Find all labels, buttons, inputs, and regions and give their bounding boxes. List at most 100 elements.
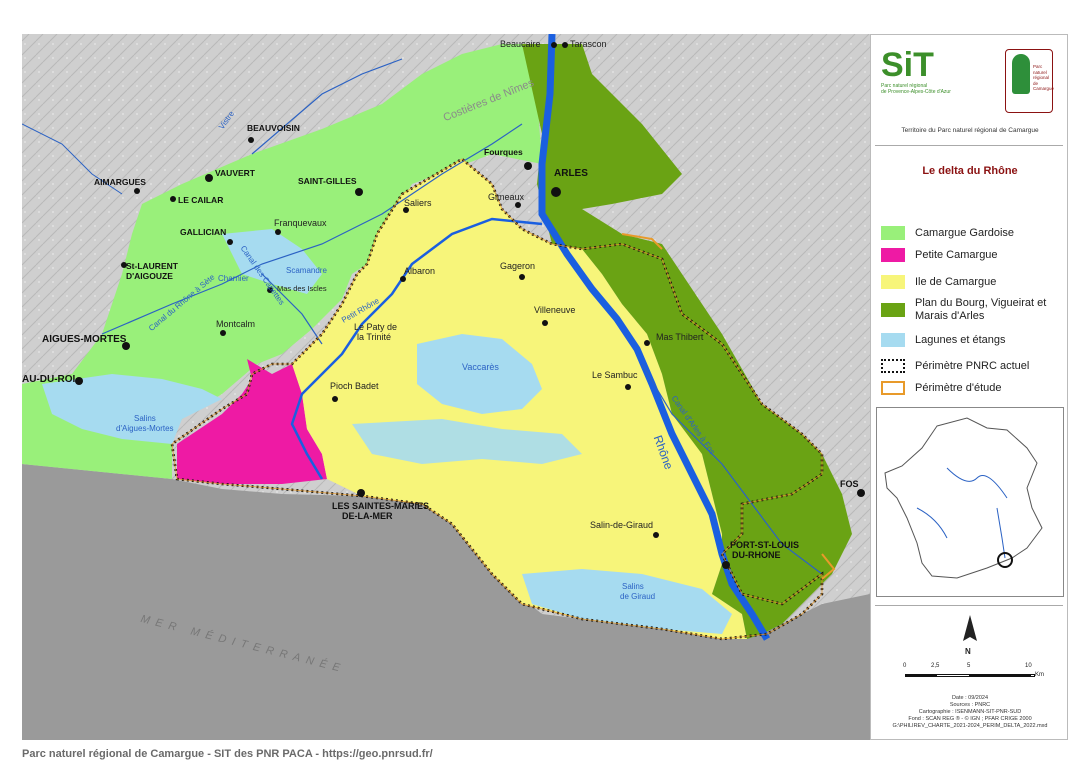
town-dot bbox=[248, 137, 254, 143]
legend-swatch bbox=[881, 303, 905, 317]
town-dot bbox=[134, 188, 140, 194]
legend-item: Camargue Gardoise bbox=[881, 226, 1014, 240]
legend-label: Périmètre d'étude bbox=[915, 381, 1002, 394]
town-dot bbox=[220, 330, 226, 336]
france-shape bbox=[884, 417, 1043, 579]
separator bbox=[875, 145, 1063, 146]
town-dot bbox=[75, 377, 83, 385]
water-label-vaccares: Vaccarès bbox=[462, 362, 499, 372]
town-label: Villeneuve bbox=[534, 305, 576, 315]
sit-logo-sub2: de Provence-Alpes-Côte d'Azur bbox=[881, 89, 951, 95]
town-dot bbox=[122, 342, 130, 350]
legend-label: Périmètre PNRC actuel bbox=[915, 359, 1030, 372]
scale-bar: 0 2,5 5 10 Km bbox=[903, 663, 1044, 678]
water-label-salins-am: d'Aigues-Mortes bbox=[116, 424, 174, 433]
town-label: AU-DU-ROI bbox=[22, 374, 76, 385]
town-label: St-LAURENT bbox=[126, 261, 178, 271]
legend-item: Ile de Camargue bbox=[881, 275, 996, 289]
town-dot bbox=[857, 489, 865, 497]
town-label: Beaucaire bbox=[500, 39, 541, 49]
water-label-giraud: de Giraud bbox=[620, 592, 656, 601]
legend-item: Plan du Bourg, Vigueirat et Marais d'Arl… bbox=[881, 297, 1065, 323]
town-label: Le Paty de bbox=[354, 322, 398, 332]
scale-tick: 2,5 bbox=[931, 663, 940, 669]
meta-fond: Fond : SCAN REG ® - © IGN ; PFAR CRIGE 2… bbox=[908, 716, 1032, 722]
legend-swatch bbox=[881, 333, 905, 347]
town-label: Le Sambuc bbox=[592, 370, 638, 380]
town-dot bbox=[227, 239, 233, 245]
sit-logo: SiT Parc naturel régional de Provence-Al… bbox=[881, 47, 961, 109]
legend-label: Lagunes et étangs bbox=[915, 333, 1006, 346]
town-label: Gimeaux bbox=[488, 192, 525, 202]
town-dot bbox=[519, 274, 525, 280]
town-dot bbox=[551, 42, 557, 48]
footer-credit: Parc naturel régional de Camargue - SIT … bbox=[22, 748, 433, 760]
town-label: Tarascon bbox=[570, 39, 607, 49]
map-page: Beaucaire Tarascon BEAUVOISIN VAUVERT AI… bbox=[0, 0, 1090, 771]
parc-logo: Parc naturel régional de Camargue bbox=[1005, 49, 1055, 113]
north-label: N bbox=[965, 647, 971, 656]
town-dot bbox=[205, 174, 213, 182]
town-dot bbox=[562, 42, 568, 48]
meta-sources: Sources : PNRC bbox=[949, 702, 991, 708]
legend-label: Plan du Bourg, Vigueirat et Marais d'Arl… bbox=[915, 297, 1047, 322]
town-label: AIGUES-MORTES bbox=[42, 334, 127, 345]
town-label: LE CAILAR bbox=[178, 195, 224, 205]
town-label: LES SAINTES-MARIES bbox=[332, 501, 430, 511]
water-label-salins-giraud: Salins bbox=[622, 582, 644, 591]
town-dot bbox=[625, 384, 631, 390]
legend-swatch bbox=[881, 381, 905, 395]
separator bbox=[875, 605, 1063, 606]
water-label-charnier: Charnier bbox=[218, 274, 249, 283]
meta-path: G:\PHILIREV_CHARTE_2021-2024_PERIM_DELTA… bbox=[892, 723, 1048, 729]
town-dot bbox=[551, 187, 561, 197]
town-dot bbox=[170, 196, 176, 202]
legend-panel: SiT Parc naturel régional de Provence-Al… bbox=[870, 34, 1068, 740]
legend-item: Lagunes et étangs bbox=[881, 333, 1006, 347]
legend-label: Ile de Camargue bbox=[915, 275, 997, 288]
town-label: GALLICIAN bbox=[180, 227, 227, 237]
town-label: Franquevaux bbox=[274, 218, 327, 228]
legend-swatch bbox=[881, 248, 905, 262]
france-outline bbox=[884, 417, 1043, 579]
water-label-scamandre: Scamandre bbox=[286, 266, 327, 275]
scale-tick: 5 bbox=[967, 663, 971, 669]
map-area: Beaucaire Tarascon BEAUVOISIN VAUVERT AI… bbox=[22, 34, 870, 740]
territory-text: Territoire du Parc naturel régional de C… bbox=[901, 127, 1039, 134]
town-label: Fourques bbox=[484, 147, 523, 157]
legend-item: Petite Camargue bbox=[881, 248, 998, 262]
legend-label: Camargue Gardoise bbox=[915, 226, 1015, 239]
town-label: Mas des Iscles bbox=[277, 284, 327, 293]
meta-date: Date : 09/2024 bbox=[951, 695, 989, 701]
town-dot bbox=[332, 396, 338, 402]
legend-item: Périmètre d'étude bbox=[881, 381, 1001, 395]
town-dot bbox=[357, 489, 365, 497]
town-dot bbox=[403, 207, 409, 213]
town-label: BEAUVOISIN bbox=[247, 123, 300, 133]
town-label: DE-LA-MER bbox=[342, 511, 393, 521]
town-dot bbox=[722, 561, 730, 569]
town-dot bbox=[515, 202, 521, 208]
town-label: AIMARGUES bbox=[94, 177, 146, 187]
parc-logo-flower-icon bbox=[1012, 54, 1030, 94]
delta-map bbox=[22, 34, 870, 740]
town-dot bbox=[355, 188, 363, 196]
town-dot bbox=[121, 262, 127, 268]
town-label: VAUVERT bbox=[215, 168, 255, 178]
legend-swatch bbox=[881, 226, 905, 240]
town-label: Montcalm bbox=[216, 319, 256, 329]
town-label: D'AIGOUZE bbox=[126, 271, 173, 281]
meta-cartography: Cartographie : ISENMANN-SIT-PNR-SUD bbox=[918, 709, 1022, 715]
town-dot bbox=[653, 532, 659, 538]
town-label: Salin-de-Giraud bbox=[590, 520, 654, 530]
sit-logo-text: SiT bbox=[881, 46, 934, 84]
town-dot bbox=[542, 320, 548, 326]
water-label-salins: Salins bbox=[134, 414, 156, 423]
parc-logo-text: Parc naturel régional de Camargue bbox=[1033, 64, 1055, 91]
town-label: Mas Thibert bbox=[656, 332, 704, 342]
town-dot bbox=[644, 340, 650, 346]
town-label: la Trinité bbox=[357, 332, 392, 342]
town-dot bbox=[400, 276, 406, 282]
scale-unit: Km bbox=[1035, 672, 1044, 678]
town-label: SAINT-GILLES bbox=[298, 176, 357, 186]
